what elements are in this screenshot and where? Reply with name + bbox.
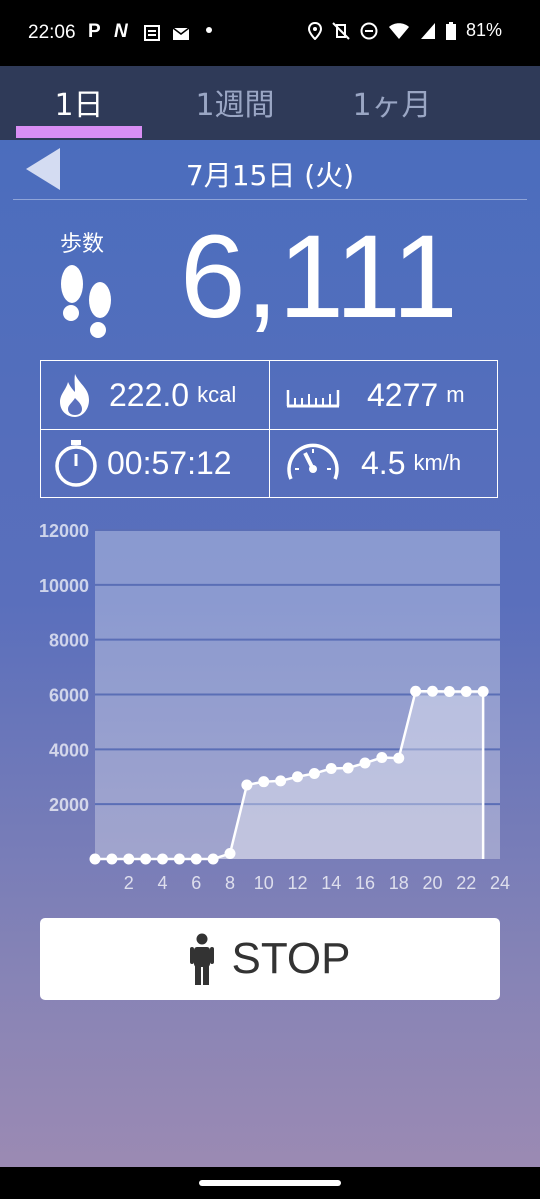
data-point — [376, 752, 388, 764]
step-count: 6,111 — [180, 211, 458, 343]
data-point — [308, 767, 320, 779]
x-tick-label: 2 — [124, 873, 134, 893]
signal-icon — [420, 22, 435, 39]
data-point — [106, 853, 118, 865]
data-point — [241, 779, 253, 791]
more-notifications-dot — [206, 27, 212, 33]
tab-week[interactable]: 1週間 — [160, 80, 310, 124]
tab-day[interactable]: 1日 — [4, 80, 154, 124]
location-icon — [307, 21, 322, 40]
steps-label: 歩数 — [60, 232, 105, 257]
y-tick-label: 2000 — [49, 795, 89, 815]
distance-value: 4277 — [367, 376, 439, 413]
data-point — [157, 853, 168, 865]
battery-icon — [445, 21, 456, 40]
status-right: 81% — [307, 20, 502, 41]
active-tab-indicator — [16, 126, 142, 138]
data-point — [292, 771, 303, 783]
calories-value: 222.0 — [109, 376, 190, 413]
status-time: 22:06 — [28, 22, 76, 43]
x-tick-label: 10 — [254, 873, 274, 893]
mail-icon — [172, 27, 190, 40]
data-point — [393, 752, 405, 764]
elapsed-time-value: 00:57:12 — [107, 444, 232, 481]
footprints-icon — [61, 265, 111, 338]
speedometer-icon — [287, 443, 339, 480]
home-gesture-handle[interactable] — [199, 1180, 341, 1186]
x-tick-label: 14 — [321, 873, 341, 893]
distance-stat: 4277 m — [285, 361, 465, 429]
x-tick-label: 16 — [355, 873, 375, 893]
data-point — [325, 763, 337, 775]
navigation-bar — [0, 1167, 540, 1199]
y-tick-label: 4000 — [49, 740, 89, 760]
status-bar: 22:06 P N 81% — [0, 0, 540, 66]
data-point — [89, 853, 101, 865]
stop-button[interactable]: STOP — [40, 918, 500, 1000]
speed-stat: 4.5 km/h — [285, 429, 461, 497]
tab-month[interactable]: 1ヶ月 — [317, 80, 467, 124]
data-point — [460, 685, 472, 697]
flame-icon — [60, 374, 89, 417]
notification-n-icon: N — [114, 21, 128, 42]
battery-percent: 81% — [465, 20, 502, 40]
chart-svg: 200040006000800010000120002 4 6 8 10 12 14 16 18… — [39, 521, 510, 893]
data-point — [190, 853, 202, 865]
speed-unit: km/h — [413, 450, 462, 475]
x-tick-label: 4 — [157, 873, 167, 893]
walking-person-icon — [190, 933, 215, 985]
data-point — [359, 757, 371, 769]
hourly-steps-chart: 2000 4000 6000 8000 10000 12000 2 4 6 8 10 12 14 16 18… — [0, 515, 540, 900]
vibrate-off-icon — [332, 21, 350, 40]
data-point — [123, 853, 135, 865]
data-point — [443, 685, 455, 697]
y-tick-label: 6000 — [49, 686, 89, 706]
data-point — [173, 853, 185, 865]
time-stat: 00:57:12 — [53, 429, 232, 497]
calories-unit: kcal — [197, 382, 237, 407]
data-point — [275, 775, 287, 787]
date-divider — [13, 199, 527, 200]
data-point — [207, 853, 219, 865]
calories-stat: 222.0 kcal — [55, 361, 236, 429]
x-tick-label: 8 — [225, 873, 235, 893]
ruler-icon — [286, 390, 340, 408]
x-tick-label: 22 — [456, 873, 476, 893]
speed-value: 4.5 — [361, 444, 406, 481]
wifi-icon — [388, 22, 409, 39]
date-header: 7月15日 (火) — [0, 140, 540, 200]
date-label: 7月15日 (火) — [185, 159, 355, 192]
data-point — [427, 685, 438, 697]
distance-unit: m — [446, 382, 465, 407]
x-tick-label: 6 — [191, 873, 201, 893]
x-tick-label: 18 — [389, 873, 409, 893]
stats-grid: 222.0 kcal 4277 m 00:57:12 4.5 km/h — [40, 360, 498, 498]
y-tick-label: 12000 — [39, 521, 89, 541]
dnd-icon — [360, 22, 378, 39]
data-point — [140, 853, 152, 865]
data-point — [477, 685, 489, 697]
x-tick-label: 12 — [287, 873, 307, 893]
stopwatch-icon — [55, 440, 97, 487]
news-icon — [144, 25, 160, 41]
x-tick-label: 20 — [422, 873, 442, 893]
data-point — [224, 848, 236, 860]
data-point — [342, 762, 354, 774]
y-tick-label: 10000 — [39, 576, 89, 596]
y-tick-label: 8000 — [49, 631, 89, 651]
x-tick-label: 24 — [490, 873, 510, 893]
data-point — [258, 776, 270, 788]
data-point — [410, 685, 422, 697]
stop-button-label: STOP — [231, 934, 351, 983]
notification-p-icon: P — [88, 21, 101, 42]
